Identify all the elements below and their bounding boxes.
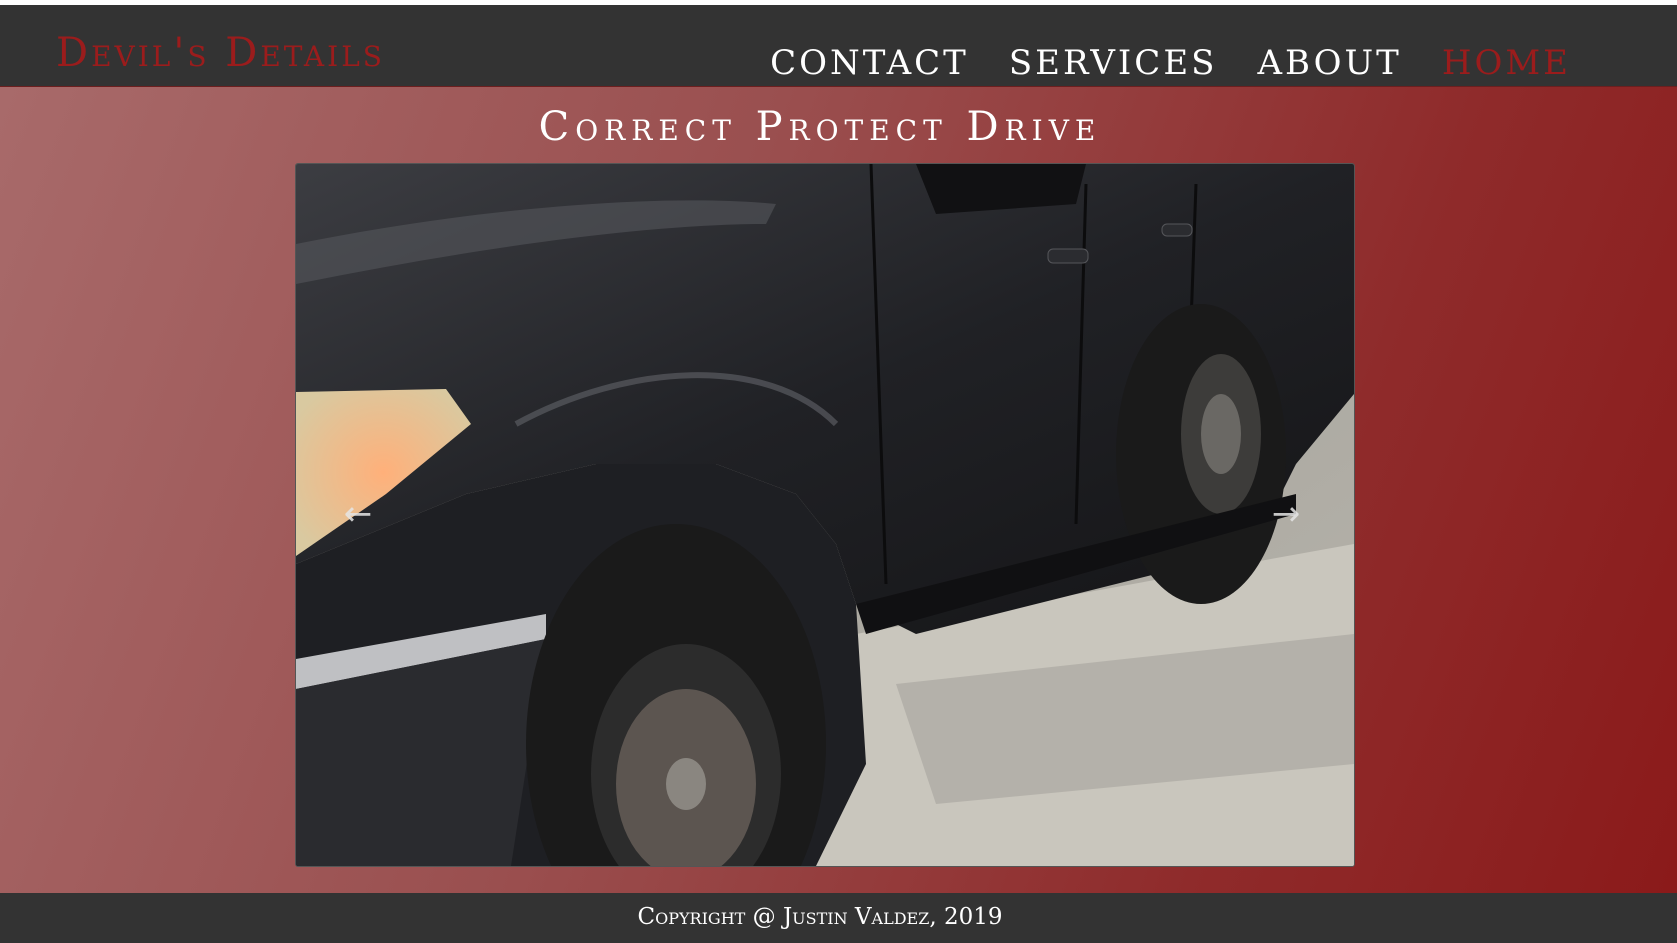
image-carousel[interactable]: ← → <box>295 163 1355 867</box>
page-tagline: Correct Protect Drive <box>538 104 1102 150</box>
nav-links: CONTACT SERVICES ABOUT HOME <box>770 41 1571 85</box>
nav-link-about[interactable]: ABOUT <box>1257 41 1401 85</box>
page: Devil's Details CONTACT SERVICES ABOUT H… <box>0 0 1677 943</box>
navbar: Devil's Details CONTACT SERVICES ABOUT H… <box>0 5 1677 87</box>
nav-link-services[interactable]: SERVICES <box>1009 41 1218 85</box>
main-content: Correct Protect Drive ← → <box>0 87 1677 893</box>
carousel-slide-truck-photo <box>296 164 1354 866</box>
copyright-text: Copyright @ Justin Valdez, 2019 <box>637 904 1003 930</box>
nav-link-home[interactable]: HOME <box>1442 41 1571 85</box>
arrow-right-icon[interactable]: → <box>1266 494 1306 534</box>
arrow-left-icon[interactable]: ← <box>338 494 378 534</box>
footer: Copyright @ Justin Valdez, 2019 <box>0 893 1677 943</box>
nav-link-contact[interactable]: CONTACT <box>770 41 969 85</box>
brand-logo-text[interactable]: Devil's Details <box>56 29 385 77</box>
